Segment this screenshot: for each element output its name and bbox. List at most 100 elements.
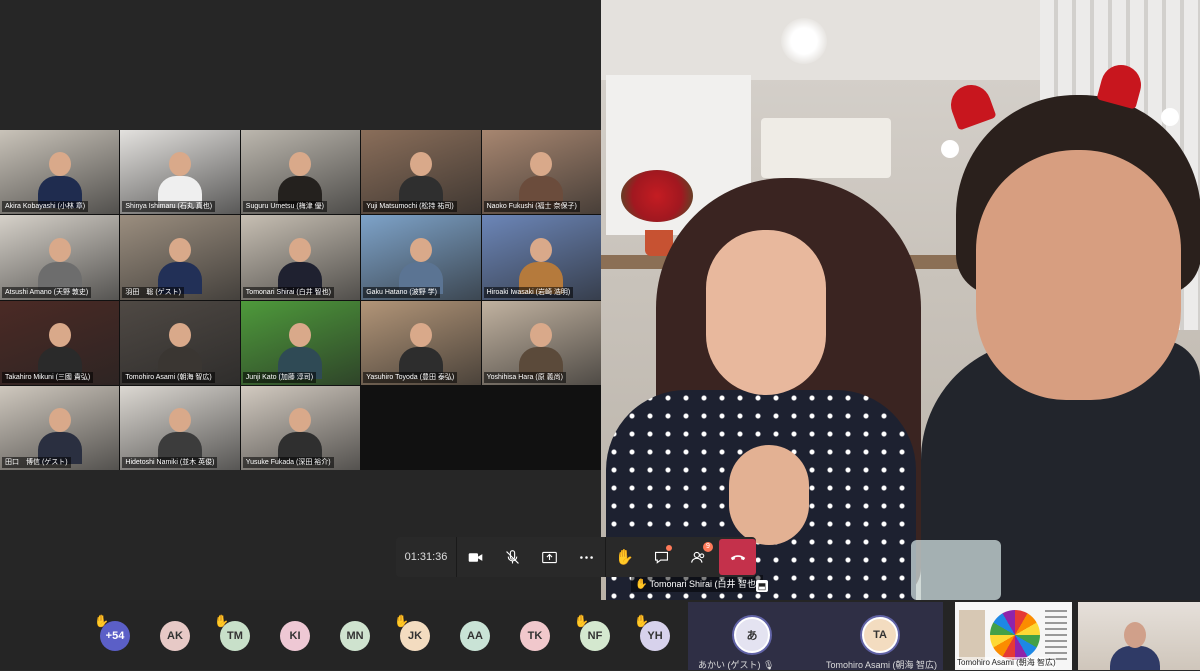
- video-tile[interactable]: Yoshihisa Hara (原 義尚): [481, 300, 601, 385]
- guest-name: Tomohiro Asami (朝海 智広): [826, 660, 938, 670]
- video-tile[interactable]: Yuji Matsumochi (松持 祐司): [361, 130, 481, 215]
- participant-name: Tomohiro Asami (朝海 智広): [122, 371, 215, 383]
- raise-hand-icon: ✋: [634, 614, 649, 628]
- figure-head: [289, 152, 312, 177]
- figure-head: [48, 237, 71, 262]
- participant-figure: [37, 321, 82, 379]
- call-control-bar: 01:31:36 ✋ 9: [396, 537, 756, 577]
- thumbnail-text-lines: [1045, 610, 1067, 660]
- figure-head: [409, 322, 432, 347]
- avatar-initials: TM: [227, 630, 243, 642]
- ceiling-light: [781, 18, 827, 64]
- self-head: [1124, 622, 1146, 648]
- video-tile[interactable]: Junji Kato (加藤 淳司): [240, 300, 361, 385]
- video-tile[interactable]: 羽田 聡 (ゲスト): [120, 215, 240, 300]
- pin-icon[interactable]: ⬒: [756, 580, 768, 592]
- participants-button[interactable]: 9: [680, 537, 717, 577]
- video-tile[interactable]: Shinya Ishimaru (石丸 真也): [120, 130, 240, 215]
- participant-avatar[interactable]: MN: [340, 621, 370, 651]
- participant-avatar[interactable]: ✋ TM: [214, 614, 250, 651]
- participant-name: Junji Kato (加藤 淳司): [242, 371, 317, 383]
- participant-name: Yuji Matsumochi (松持 祐司): [363, 201, 457, 213]
- participant-name: 田口 博信 (ゲスト): [2, 457, 71, 468]
- figure-head: [169, 237, 192, 262]
- participant-name: Naoko Fukushi (福士 奈保子): [483, 201, 580, 213]
- hang-up-button[interactable]: [719, 539, 756, 575]
- microphone-button[interactable]: [494, 537, 531, 577]
- figure-head: [48, 408, 71, 432]
- participant-name: Yusuke Fukada (深田 裕介): [242, 457, 334, 468]
- figure-head: [289, 322, 312, 347]
- more-participants-button[interactable]: ✋ +54: [94, 614, 130, 651]
- video-tile[interactable]: Hiroaki Iwasaki (岩崎 浩明): [481, 215, 601, 300]
- chat-button[interactable]: [643, 537, 680, 577]
- video-tile[interactable]: Naoko Fukushi (福士 奈保子): [481, 130, 601, 215]
- chat-notification-dot: [666, 545, 672, 551]
- participant-figure: [158, 406, 203, 464]
- share-screen-button[interactable]: [531, 537, 568, 577]
- figure-head: [169, 408, 192, 432]
- participant-name: Akira Kobayashi (小林 章): [2, 201, 89, 213]
- camera-button[interactable]: [457, 537, 494, 577]
- participant-figure: [398, 236, 443, 294]
- participant-name: Shinya Ishimaru (石丸 真也): [122, 201, 216, 213]
- participant-figure: [37, 150, 82, 209]
- video-tile[interactable]: Atsushi Amano (天野 敦史): [0, 215, 120, 300]
- video-tile[interactable]: Hidetoshi Namiki (並木 英俊): [120, 385, 240, 470]
- participant-avatar[interactable]: ✋ YH: [634, 614, 670, 651]
- video-tile[interactable]: Yasuhiro Toyoda (豊田 泰弘): [361, 300, 481, 385]
- figure-head: [530, 152, 553, 177]
- participant-name: Gaku Hatano (波野 学): [363, 286, 440, 298]
- video-tile[interactable]: 田口 博信 (ゲスト): [0, 385, 120, 470]
- participant-avatar[interactable]: AK: [160, 621, 190, 651]
- participant-avatar[interactable]: ✋ JK: [394, 614, 430, 651]
- speaker-name-label: ✋ Tomonari Shirai (白井 智也): [631, 575, 763, 592]
- video-tile[interactable]: Suguru Umetsu (梅津 優): [240, 130, 361, 215]
- participant-name: Yoshihisa Hara (原 義尚): [483, 371, 566, 383]
- guest-avatar[interactable]: あ: [734, 617, 770, 653]
- main-speaker-video[interactable]: ✋ Tomonari Shirai (白井 智也) ⬒: [601, 0, 1200, 600]
- video-tile[interactable]: Yusuke Fukada (深田 裕介): [240, 385, 361, 470]
- camera-icon: [468, 552, 483, 562]
- mic-off-icon: 🎙: [763, 660, 775, 670]
- video-tile[interactable]: Takahiro Mikuni (三國 貴弘): [0, 300, 120, 385]
- participant-figure: [519, 321, 564, 379]
- participant-figure: [158, 150, 203, 209]
- video-tile[interactable]: Gaku Hatano (波野 学): [361, 215, 481, 300]
- avatar-initials: TK: [527, 630, 543, 642]
- self-view-thumbnail[interactable]: [1078, 602, 1200, 670]
- figure-head: [530, 322, 553, 347]
- chat-icon: [654, 551, 669, 564]
- participant-avatar[interactable]: KI: [280, 621, 310, 651]
- participant-avatar[interactable]: TK: [520, 621, 550, 651]
- video-tile[interactable]: Tomonari Shirai (白井 智也): [240, 215, 361, 300]
- santa-hat-pompom-left: [941, 140, 959, 158]
- figure-head: [48, 152, 71, 177]
- raise-hand-button[interactable]: ✋: [606, 537, 643, 577]
- avatar-initials: TA: [873, 629, 887, 641]
- more-options-button[interactable]: [568, 537, 605, 577]
- avatar-initials: NF: [587, 630, 603, 642]
- poinsettia-plant: [621, 170, 693, 222]
- figure-head: [289, 237, 312, 262]
- avatar-initials: AK: [167, 630, 183, 642]
- participant-name: Tomonari Shirai (白井 智也): [242, 286, 334, 298]
- participant-figure: [278, 236, 323, 294]
- participant-figure: [398, 321, 443, 379]
- participant-grid: Akira Kobayashi (小林 章) Shinya Ishimaru (石…: [0, 130, 601, 470]
- participant-name: 羽田 聡 (ゲスト): [122, 286, 184, 298]
- ellipsis-icon: [580, 555, 593, 559]
- share-screen-icon: [542, 551, 557, 563]
- woman-hand: [729, 445, 809, 545]
- participant-avatar[interactable]: ✋ NF: [574, 614, 610, 651]
- guest-avatar[interactable]: TA: [862, 617, 898, 653]
- raise-hand-icon: ✋: [574, 614, 589, 628]
- participant-name: Yasuhiro Toyoda (豊田 泰弘): [363, 371, 458, 383]
- figure-head: [409, 152, 432, 177]
- video-tile[interactable]: Akira Kobayashi (小林 章): [0, 130, 120, 215]
- participant-avatar[interactable]: AA: [460, 621, 490, 651]
- avatar-initials: YH: [647, 630, 663, 642]
- shared-content-thumbnail[interactable]: Tomohiro Asami (朝海 智広): [955, 602, 1072, 670]
- video-tile[interactable]: Tomohiro Asami (朝海 智広): [120, 300, 240, 385]
- figure-head: [169, 152, 192, 177]
